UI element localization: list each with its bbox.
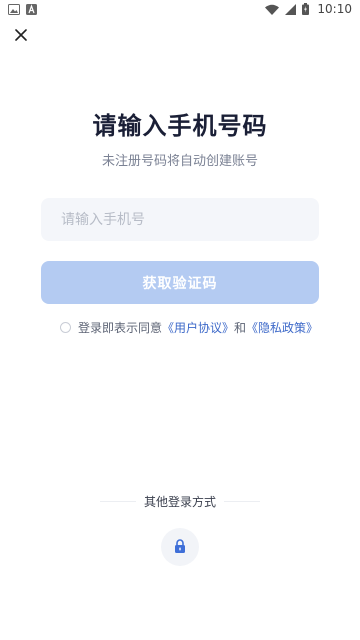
other-login-row: 其他登录方式	[0, 493, 360, 509]
phone-input[interactable]	[41, 198, 319, 241]
user-agreement-link[interactable]: 《用户协议》	[162, 319, 234, 336]
agreement-row: 登录即表示同意 《用户协议》 和 《隐私政策》	[60, 318, 350, 336]
other-login-label: 其他登录方式	[143, 494, 216, 509]
close-icon	[15, 26, 27, 45]
page-title: 请输入手机号码	[92, 112, 268, 140]
agreement-and: 和	[234, 320, 247, 335]
page-subtitle: 未注册号码将自动创建账号	[101, 154, 258, 169]
agreement-prefix: 登录即表示同意	[78, 320, 163, 335]
status-right: 10:10	[265, 2, 352, 16]
status-left	[8, 3, 37, 15]
get-code-button[interactable]: 获取验证码	[41, 261, 319, 304]
divider-left	[99, 500, 136, 502]
lock-icon	[174, 538, 186, 557]
status-time: 10:10	[317, 2, 352, 16]
status-bar: 10:10	[0, 0, 360, 18]
divider-right	[224, 500, 260, 502]
a-notification-icon	[26, 3, 37, 15]
privacy-policy-link[interactable]: 《隐私政策》	[246, 319, 318, 336]
close-button[interactable]	[10, 24, 32, 46]
battery-icon	[302, 3, 310, 15]
agreement-checkbox[interactable]	[60, 321, 71, 333]
signal-icon	[285, 3, 297, 15]
login-screen: 10:10 请输入手机号码 未注册号码将自动创建账号 获取验证码 登录即表示同意…	[0, 0, 360, 640]
password-login-button[interactable]	[161, 528, 199, 566]
wifi-icon	[265, 4, 280, 15]
image-icon	[8, 3, 20, 15]
